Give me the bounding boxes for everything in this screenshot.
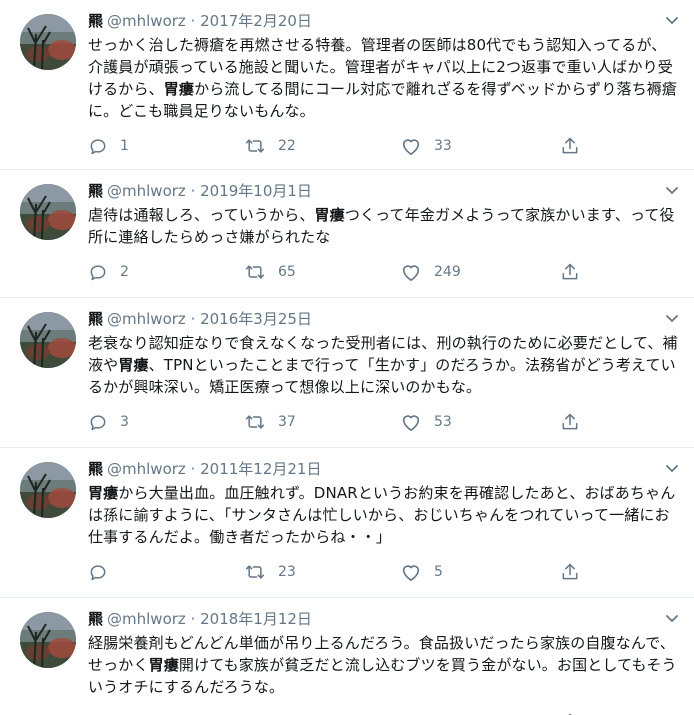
retweet-count: 37	[278, 414, 296, 430]
tweet[interactable]: 羆 @mhlworz · 2011年12月21日胃瘻から大量出血。血圧触れず。DN…	[0, 448, 694, 598]
user-handle[interactable]: @mhlworz	[107, 460, 186, 478]
like-button[interactable]	[400, 711, 434, 715]
share-icon	[560, 136, 580, 156]
tweet[interactable]: 羆 @mhlworz · 2019年10月1日虐待は通報しろ、っていうから、胃瘻つ…	[0, 170, 694, 298]
reply-count: 3	[120, 414, 129, 430]
retweet-button[interactable]: 37	[244, 411, 296, 433]
tweet-date[interactable]: 2017年2月20日	[200, 12, 312, 30]
tweet-actions: 23 5	[88, 561, 680, 583]
like-count: 33	[434, 138, 452, 154]
share-button[interactable]	[560, 711, 580, 715]
display-name[interactable]: 羆	[88, 460, 103, 478]
avatar[interactable]	[20, 312, 76, 368]
retweet-button[interactable]: 65	[244, 261, 296, 283]
like-button[interactable]: 249	[400, 261, 461, 283]
user-handle[interactable]: @mhlworz	[107, 310, 186, 328]
retweet-icon	[244, 136, 266, 156]
separator-dot: ·	[185, 310, 201, 328]
tweet-body: 羆 @mhlworz · 2016年3月25日老衰なり認知症なりで食えなくなった受…	[88, 308, 680, 398]
reply-button[interactable]	[88, 711, 120, 715]
retweet-count: 22	[278, 138, 296, 154]
tweet-date[interactable]: 2019年10月1日	[200, 182, 312, 200]
tweet-actions	[88, 711, 680, 715]
tweet-header: 羆 @mhlworz · 2011年12月21日	[88, 458, 680, 480]
heart-icon	[400, 262, 422, 282]
tweet[interactable]: 羆 @mhlworz · 2018年1月12日経腸栄養剤もどんどん単価が吊り上るん…	[0, 598, 694, 715]
tweet-text: せっかく治した褥瘡を再燃させる特養。管理者の医師は80代でもう認知入ってるが、介…	[88, 36, 678, 120]
tweet-text: 胃瘻から大量出血。血圧触れず。DNARというお約束を再確認したあと、おばあちゃん…	[88, 484, 676, 546]
like-button[interactable]: 53	[400, 411, 452, 433]
user-handle[interactable]: @mhlworz	[107, 12, 186, 30]
reply-count: 2	[120, 264, 129, 280]
heart-icon	[400, 136, 422, 156]
tweet-actions: 2 65 249	[88, 261, 680, 283]
tweet-body: 羆 @mhlworz · 2019年10月1日虐待は通報しろ、っていうから、胃瘻つ…	[88, 180, 680, 248]
tweet-actions: 3 37 53	[88, 411, 680, 433]
user-handle[interactable]: @mhlworz	[107, 610, 186, 628]
retweet-icon	[244, 412, 266, 432]
retweet-icon	[244, 562, 266, 582]
tweet-body: 羆 @mhlworz · 2017年2月20日せっかく治した褥瘡を再燃させる特養。…	[88, 10, 680, 122]
tweet-header: 羆 @mhlworz · 2016年3月25日	[88, 308, 680, 330]
reply-count: 1	[120, 138, 129, 154]
retweet-count: 23	[278, 564, 296, 580]
reply-icon	[88, 562, 108, 582]
reply-button[interactable]: 2	[88, 261, 129, 283]
separator-dot: ·	[185, 460, 201, 478]
retweet-button[interactable]: 23	[244, 561, 296, 583]
tweet-text: 老衰なり認知症なりで食えなくなった受刑者には、刑の執行のために必要だとして、補液…	[88, 334, 678, 396]
display-name[interactable]: 羆	[88, 610, 103, 628]
separator-dot: ·	[185, 182, 201, 200]
share-icon	[560, 562, 580, 582]
reply-button[interactable]: 3	[88, 411, 129, 433]
like-count: 5	[434, 564, 443, 580]
user-handle[interactable]: @mhlworz	[107, 182, 186, 200]
display-name[interactable]: 羆	[88, 310, 103, 328]
separator-dot: ·	[185, 610, 201, 628]
tweet-date[interactable]: 2016年3月25日	[200, 310, 312, 328]
retweet-count: 65	[278, 264, 296, 280]
tweet-text: 経腸栄養剤もどんどん単価が吊り上るんだろう。食品扱いだったら家族の自腹なんで、せ…	[88, 634, 677, 696]
tweet-actions: 1 22 33	[88, 135, 680, 157]
tweet-header: 羆 @mhlworz · 2017年2月20日	[88, 10, 680, 32]
separator-dot: ·	[185, 12, 201, 30]
share-button[interactable]	[560, 411, 580, 433]
retweet-icon	[244, 262, 266, 282]
reply-icon	[88, 136, 108, 156]
tweet[interactable]: 羆 @mhlworz · 2016年3月25日老衰なり認知症なりで食えなくなった受…	[0, 298, 694, 448]
tweet-feed: 羆 @mhlworz · 2017年2月20日 せっかく治した褥瘡を再燃させる特養。…	[0, 0, 694, 715]
tweet-text: 虐待は通報しろ、っていうから、胃瘻つくって年金ガメようって家族かいます、って役所…	[88, 206, 675, 246]
heart-icon	[400, 412, 422, 432]
display-name[interactable]: 羆	[88, 12, 103, 30]
avatar[interactable]	[20, 612, 76, 668]
share-button[interactable]	[560, 261, 580, 283]
reply-icon	[88, 262, 108, 282]
display-name[interactable]: 羆	[88, 182, 103, 200]
retweet-button[interactable]: 22	[244, 135, 296, 157]
tweet-body: 羆 @mhlworz · 2018年1月12日経腸栄養剤もどんどん単価が吊り上るん…	[88, 608, 680, 698]
share-icon	[560, 262, 580, 282]
share-icon	[560, 412, 580, 432]
reply-button[interactable]: 1	[88, 135, 129, 157]
avatar[interactable]	[20, 14, 76, 70]
like-button[interactable]: 33	[400, 135, 452, 157]
like-count: 249	[434, 264, 461, 280]
share-button[interactable]	[560, 135, 580, 157]
tweet-date[interactable]: 2018年1月12日	[200, 610, 312, 628]
retweet-button[interactable]	[244, 711, 278, 715]
avatar[interactable]	[20, 184, 76, 240]
like-count: 53	[434, 414, 452, 430]
share-button[interactable]	[560, 561, 580, 583]
tweet-header: 羆 @mhlworz · 2018年1月12日	[88, 608, 680, 630]
tweet-date[interactable]: 2011年12月21日	[200, 460, 321, 478]
avatar[interactable]	[20, 462, 76, 518]
tweet-body: 羆 @mhlworz · 2011年12月21日胃瘻から大量出血。血圧触れず。DN…	[88, 458, 680, 548]
reply-button[interactable]	[88, 561, 120, 583]
heart-icon	[400, 562, 422, 582]
reply-icon	[88, 412, 108, 432]
tweet-header: 羆 @mhlworz · 2019年10月1日	[88, 180, 680, 202]
tweet[interactable]: 羆 @mhlworz · 2017年2月20日せっかく治した褥瘡を再燃させる特養。…	[0, 0, 694, 170]
like-button[interactable]: 5	[400, 561, 443, 583]
